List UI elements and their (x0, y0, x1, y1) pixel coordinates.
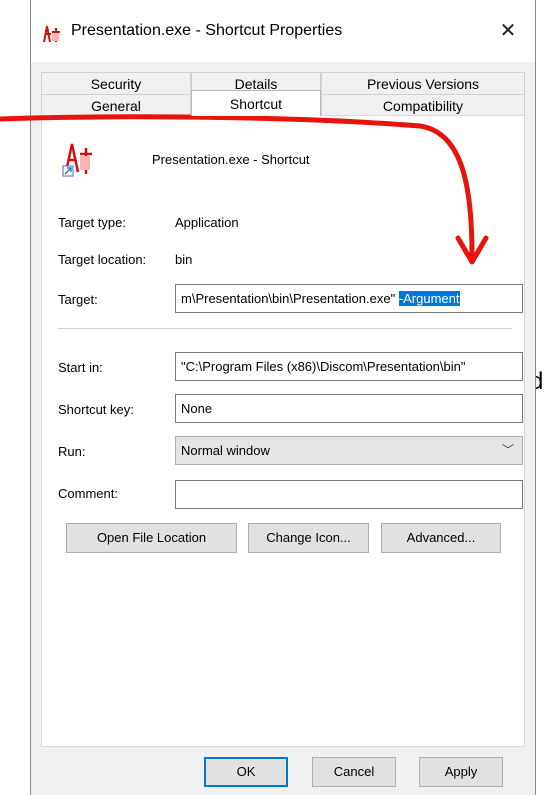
cancel-button[interactable]: Cancel (312, 757, 396, 787)
open-file-location-button[interactable]: Open File Location (66, 523, 237, 553)
run-selected-value: Normal window (181, 443, 270, 458)
section-divider (58, 328, 512, 329)
shortcut-file-name: Presentation.exe - Shortcut (152, 152, 310, 167)
start-in-label: Start in: (58, 360, 103, 375)
tab-previous-versions[interactable]: Previous Versions (321, 72, 525, 94)
target-type-label: Target type: (58, 215, 126, 230)
change-icon-button[interactable]: Change Icon... (248, 523, 369, 553)
start-in-input[interactable]: "C:\Program Files (x86)\Discom\Presentat… (175, 352, 523, 381)
tab-shortcut[interactable]: Shortcut (191, 90, 321, 116)
tab-compatibility[interactable]: Compatibility (321, 94, 525, 116)
comment-label: Comment: (58, 486, 118, 501)
target-type-value: Application (175, 215, 239, 230)
apply-button[interactable]: Apply (419, 757, 503, 787)
tab-general[interactable]: General (41, 94, 191, 116)
ok-button[interactable]: OK (204, 757, 288, 787)
tab-security[interactable]: Security (41, 72, 191, 94)
target-input-selection: -Argument (398, 291, 460, 306)
shortcut-app-icon (41, 22, 63, 44)
target-location-label: Target location: (58, 252, 147, 267)
run-dropdown[interactable]: Normal window ﹀ (175, 436, 523, 465)
comment-input[interactable] (175, 480, 523, 509)
target-label: Target: (58, 292, 98, 307)
target-input[interactable]: m\Presentation\bin\Presentation.exe" -Ar… (175, 284, 523, 313)
shortcut-key-label: Shortcut key: (58, 402, 134, 417)
window-title: Presentation.exe - Shortcut Properties (71, 22, 343, 39)
shortcut-tab-panel: Presentation.exe - Shortcut Target type:… (41, 115, 525, 747)
target-input-text: m\Presentation\bin\Presentation.exe" (181, 291, 399, 306)
run-label: Run: (58, 444, 86, 459)
close-button[interactable]: ✕ (493, 16, 523, 46)
shortcut-key-input[interactable]: None (175, 394, 523, 423)
shortcut-file-icon (62, 143, 92, 177)
chevron-down-icon: ﹀ (501, 443, 514, 457)
title-bar: Presentation.exe - Shortcut Properties ✕ (31, 0, 535, 62)
advanced-button[interactable]: Advanced... (381, 523, 501, 553)
properties-dialog: Presentation.exe - Shortcut Properties ✕… (30, 0, 536, 795)
target-location-value: bin (175, 252, 193, 267)
